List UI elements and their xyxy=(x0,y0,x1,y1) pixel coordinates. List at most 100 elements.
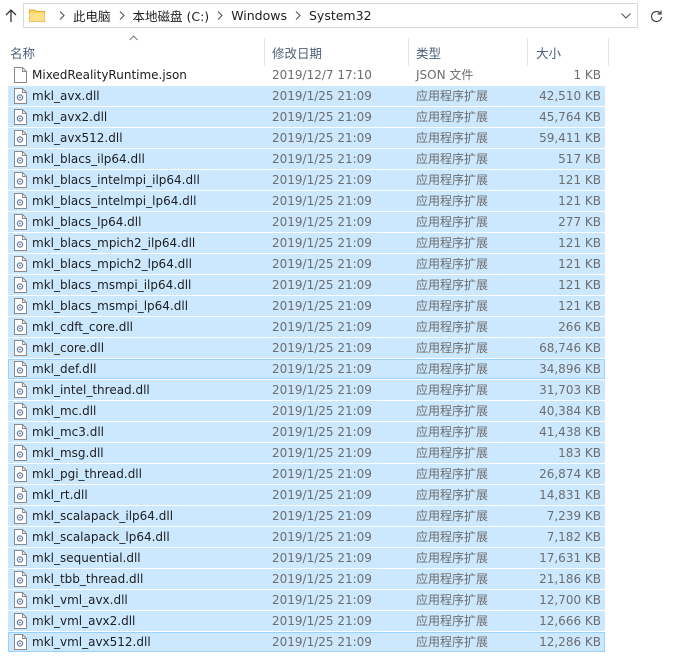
dll-file-icon xyxy=(14,403,27,419)
file-row[interactable]: mkl_avx2.dll 2019/1/25 21:09 应用程序扩展 45,764 … xyxy=(0,107,675,128)
file-row[interactable]: mkl_tbb_thread.dll 2019/1/25 21:09 应用程序扩展 2… xyxy=(0,569,675,590)
file-modified-date: 2019/1/25 21:09 xyxy=(272,173,372,187)
up-arrow-icon xyxy=(5,9,17,22)
dll-file-icon xyxy=(14,319,27,335)
address-dropdown-button[interactable] xyxy=(615,4,637,27)
file-row[interactable]: mkl_sequential.dll 2019/1/25 21:09 应用程序扩展 1… xyxy=(0,548,675,569)
file-row[interactable]: mkl_blacs_mpich2_lp64.dll 2019/1/25 21:09… xyxy=(0,254,675,275)
file-row[interactable]: mkl_scalapack_lp64.dll 2019/1/25 21:09 应用程… xyxy=(0,527,675,548)
file-type: 应用程序扩展 xyxy=(416,362,489,376)
file-row[interactable]: mkl_core.dll 2019/1/25 21:09 应用程序扩展 68,746 … xyxy=(0,338,675,359)
breadcrumb-this-pc[interactable]: 此电脑 xyxy=(73,6,111,25)
file-type: 应用程序扩展 xyxy=(416,551,489,565)
file-size: 45,764 KB xyxy=(539,110,601,124)
column-header-date[interactable]: 修改日期 xyxy=(266,38,409,66)
file-row[interactable]: mkl_rt.dll 2019/1/25 21:09 应用程序扩展 14,831 KB xyxy=(0,485,675,506)
file-type: 应用程序扩展 xyxy=(416,635,489,649)
file-name: mkl_tbb_thread.dll xyxy=(32,572,144,586)
file-modified-date: 2019/12/7 17:10 xyxy=(272,68,372,82)
file-row[interactable]: MixedRealityRuntime.json 2019/12/7 17:10 J… xyxy=(0,65,675,86)
file-size: 31,703 KB xyxy=(539,383,601,397)
file-size: 7,182 KB xyxy=(546,530,601,544)
file-type: 应用程序扩展 xyxy=(416,173,489,187)
file-modified-date: 2019/1/25 21:09 xyxy=(272,488,372,502)
dll-file-icon xyxy=(14,424,27,440)
file-row[interactable]: mkl_blacs_mpich2_ilp64.dll 2019/1/25 21:0… xyxy=(0,233,675,254)
file-name: mkl_vml_avx2.dll xyxy=(32,614,136,628)
file-modified-date: 2019/1/25 21:09 xyxy=(272,404,372,418)
file-row[interactable]: mkl_mc.dll 2019/1/25 21:09 应用程序扩展 40,384 KB xyxy=(0,401,675,422)
file-type: 应用程序扩展 xyxy=(416,404,489,418)
refresh-button[interactable] xyxy=(645,4,667,28)
file-type: 应用程序扩展 xyxy=(416,467,489,481)
file-name: mkl_blacs_ilp64.dll xyxy=(32,152,145,166)
address-bar[interactable]: 此电脑 本地磁盘 (C:) Windows System32 xyxy=(23,3,638,28)
file-row[interactable]: mkl_avx.dll 2019/1/25 21:09 应用程序扩展 42,510 K… xyxy=(0,86,675,107)
chevron-down-icon xyxy=(621,12,631,19)
file-name: mkl_vml_avx512.dll xyxy=(32,635,151,649)
file-row[interactable]: mkl_blacs_msmpi_ilp64.dll 2019/1/25 21:09… xyxy=(0,275,675,296)
chevron-right-icon[interactable] xyxy=(209,11,231,20)
dll-file-icon xyxy=(14,214,27,230)
file-size: 41,438 KB xyxy=(539,425,601,439)
chevron-right-icon[interactable] xyxy=(287,11,309,20)
file-modified-date: 2019/1/25 21:09 xyxy=(272,362,372,376)
file-row[interactable]: mkl_pgi_thread.dll 2019/1/25 21:09 应用程序扩展 2… xyxy=(0,464,675,485)
up-button[interactable] xyxy=(0,4,22,28)
chevron-right-icon[interactable] xyxy=(111,11,133,20)
file-row[interactable]: mkl_avx512.dll 2019/1/25 21:09 应用程序扩展 59,41… xyxy=(0,128,675,149)
column-header-type[interactable]: 类型 xyxy=(410,38,528,66)
dll-file-icon xyxy=(14,550,27,566)
file-type: 应用程序扩展 xyxy=(416,299,489,313)
file-row[interactable]: mkl_msg.dll 2019/1/25 21:09 应用程序扩展 183 KB xyxy=(0,443,675,464)
file-type: 应用程序扩展 xyxy=(416,131,489,145)
file-size: 266 KB xyxy=(558,320,601,334)
breadcrumb-system32[interactable]: System32 xyxy=(309,8,372,23)
breadcrumb: 此电脑 本地磁盘 (C:) Windows System32 xyxy=(51,4,372,27)
file-row[interactable]: mkl_def.dll 2019/1/25 21:09 应用程序扩展 34,896 K… xyxy=(0,359,675,380)
file-size: 14,831 KB xyxy=(539,488,601,502)
file-row[interactable]: mkl_blacs_ilp64.dll 2019/1/25 21:09 应用程序扩展… xyxy=(0,149,675,170)
breadcrumb-local-disk[interactable]: 本地磁盘 (C:) xyxy=(133,6,210,25)
file-modified-date: 2019/1/25 21:09 xyxy=(272,194,372,208)
file-name: mkl_scalapack_lp64.dll xyxy=(32,530,170,544)
file-row[interactable]: mkl_vml_avx.dll 2019/1/25 21:09 应用程序扩展 12,7… xyxy=(0,590,675,611)
address-toolbar: 此电脑 本地磁盘 (C:) Windows System32 xyxy=(0,0,675,33)
file-type: 应用程序扩展 xyxy=(416,194,489,208)
folder-icon xyxy=(29,9,45,22)
dll-file-icon xyxy=(14,277,27,293)
file-row[interactable]: mkl_vml_avx2.dll 2019/1/25 21:09 应用程序扩展 12,… xyxy=(0,611,675,632)
file-modified-date: 2019/1/25 21:09 xyxy=(272,383,372,397)
column-header-name[interactable]: 名称 xyxy=(0,38,265,66)
file-size: 12,700 KB xyxy=(539,593,601,607)
file-modified-date: 2019/1/25 21:09 xyxy=(272,341,372,355)
file-row[interactable]: mkl_mc3.dll 2019/1/25 21:09 应用程序扩展 41,438 K… xyxy=(0,422,675,443)
file-type: 应用程序扩展 xyxy=(416,425,489,439)
file-row[interactable]: mkl_blacs_intelmpi_ilp64.dll 2019/1/25 21… xyxy=(0,170,675,191)
chevron-right-icon xyxy=(51,11,73,20)
file-modified-date: 2019/1/25 21:09 xyxy=(272,635,372,649)
file-type: 应用程序扩展 xyxy=(416,488,489,502)
file-size: 121 KB xyxy=(558,278,601,292)
file-size: 121 KB xyxy=(558,299,601,313)
file-icon xyxy=(14,67,27,83)
file-row[interactable]: mkl_intel_thread.dll 2019/1/25 21:09 应用程序扩… xyxy=(0,380,675,401)
file-name: MixedRealityRuntime.json xyxy=(32,68,187,82)
file-modified-date: 2019/1/25 21:09 xyxy=(272,110,372,124)
dll-file-icon xyxy=(14,172,27,188)
file-row[interactable]: mkl_cdft_core.dll 2019/1/25 21:09 应用程序扩展 26… xyxy=(0,317,675,338)
file-size: 42,510 KB xyxy=(539,89,601,103)
column-header-size[interactable]: 大小 xyxy=(529,38,609,66)
file-size: 517 KB xyxy=(558,152,601,166)
file-row[interactable]: mkl_vml_avx512.dll 2019/1/25 21:09 应用程序扩展 1… xyxy=(0,632,675,653)
dll-file-icon xyxy=(14,298,27,314)
file-row[interactable]: mkl_blacs_lp64.dll 2019/1/25 21:09 应用程序扩展 2… xyxy=(0,212,675,233)
file-size: 26,874 KB xyxy=(539,467,601,481)
file-name: mkl_blacs_lp64.dll xyxy=(32,215,142,229)
dll-file-icon xyxy=(14,340,27,356)
breadcrumb-windows[interactable]: Windows xyxy=(231,8,287,23)
file-type: 应用程序扩展 xyxy=(416,320,489,334)
file-row[interactable]: mkl_blacs_intelmpi_lp64.dll 2019/1/25 21:… xyxy=(0,191,675,212)
file-row[interactable]: mkl_blacs_msmpi_lp64.dll 2019/1/25 21:09 应… xyxy=(0,296,675,317)
file-row[interactable]: mkl_scalapack_ilp64.dll 2019/1/25 21:09 应用… xyxy=(0,506,675,527)
